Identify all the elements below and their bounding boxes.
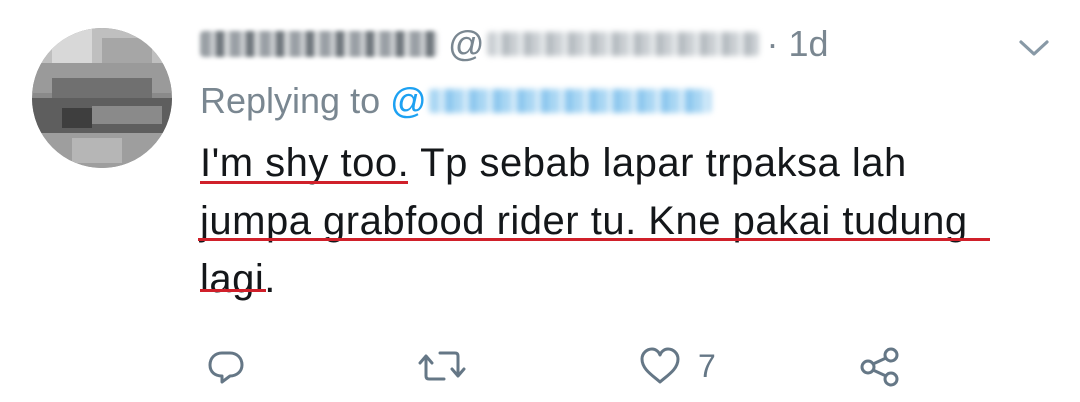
like-button[interactable]: 7	[638, 346, 716, 386]
retweet-button[interactable]	[418, 346, 466, 386]
action-bar: 7	[0, 340, 1080, 396]
timestamp[interactable]: · 1d	[767, 23, 829, 65]
retweet-icon	[418, 351, 466, 381]
display-name-obscured[interactable]	[200, 31, 438, 57]
replying-to-at[interactable]: @	[390, 80, 427, 122]
handle-obscured	[486, 32, 759, 56]
heart-icon	[640, 347, 680, 384]
share-button[interactable]	[858, 346, 904, 388]
share-icon	[860, 347, 899, 387]
tweet-text: I'm shy too. Tp sebab lapar trpaksa lah …	[200, 134, 1020, 308]
avatar[interactable]	[32, 28, 172, 168]
replying-to: Replying to @	[200, 80, 711, 122]
annotation-underline	[200, 289, 266, 292]
reply-icon	[208, 351, 244, 384]
annotation-underline	[198, 238, 990, 241]
tweet-text-line: jumpa grabfood rider tu. Kne pakai tudun…	[200, 199, 968, 243]
like-count: 7	[698, 347, 716, 384]
replying-to-label: Replying to	[200, 80, 381, 121]
tweet-text-line: lagi.	[200, 257, 276, 301]
chevron-down-icon[interactable]	[1016, 36, 1052, 60]
annotation-underline	[200, 181, 408, 184]
tweet-header: @ · 1d	[200, 22, 829, 66]
replying-to-handle-obscured[interactable]	[428, 89, 711, 113]
reply-button[interactable]	[206, 346, 246, 386]
handle-at-sign: @	[448, 23, 485, 64]
